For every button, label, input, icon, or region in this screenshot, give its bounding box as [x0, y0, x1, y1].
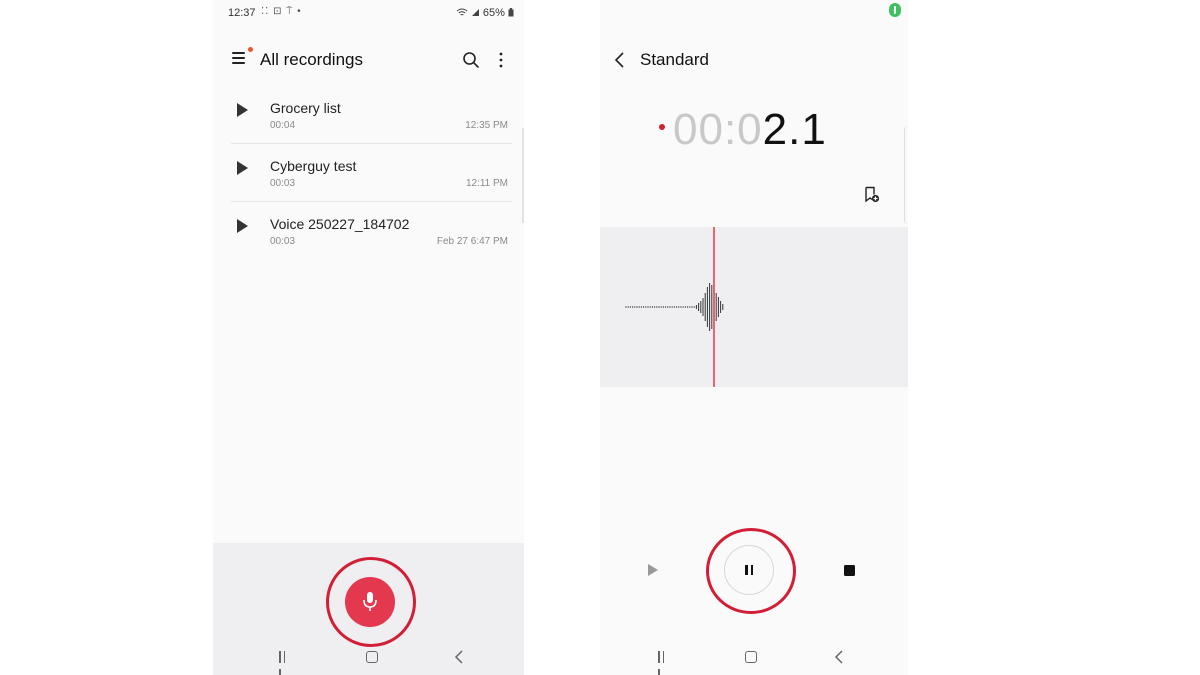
back-icon[interactable] — [834, 650, 844, 664]
waveform — [625, 283, 724, 331]
recording-duration: 00:03 — [270, 236, 296, 247]
play-icon[interactable] — [648, 564, 658, 576]
play-icon[interactable] — [237, 161, 248, 175]
recording-name: Cyberguy test — [270, 158, 357, 174]
recording-date: Feb 27 6:47 PM — [436, 236, 508, 247]
home-icon[interactable] — [745, 651, 757, 663]
page-title: All recordings — [260, 50, 363, 69]
pause-icon — [750, 565, 753, 575]
recording-date: 12:35 PM — [465, 120, 508, 131]
play-icon[interactable] — [237, 219, 248, 233]
scrollbar[interactable] — [522, 128, 524, 223]
status-notification-icons: ⁚⁚ ⊡ ⍑ • — [261, 6, 302, 17]
wifi-icon — [456, 8, 468, 16]
timer-elapsed-bright: 2.1 — [762, 105, 827, 154]
recording-date: 12:11 PM — [465, 178, 508, 189]
recording-item[interactable]: Voice 250227_184702 00:03 Feb 27 6:47 PM — [213, 202, 524, 260]
page-title: Standard — [640, 50, 709, 69]
more-vert-icon[interactable] — [493, 51, 509, 69]
stop-button[interactable] — [844, 565, 855, 576]
status-right-icons: 65% — [456, 7, 514, 19]
recording-duration: 00:04 — [270, 120, 296, 131]
signal-icon — [471, 9, 479, 16]
recording-item[interactable]: Cyberguy test 00:03 12:11 PM — [213, 144, 524, 202]
playhead — [713, 227, 715, 387]
battery-percent: 65% — [482, 7, 505, 19]
menu-icon[interactable] — [232, 52, 247, 67]
bookmark-add-icon[interactable] — [864, 186, 880, 204]
home-icon[interactable] — [366, 651, 378, 663]
recordings-list-screen: 12:37 ⁚⁚ ⊡ ⍑ • 65% All recordings Grocer… — [213, 0, 524, 675]
recordings-list: Grocery list 00:04 12:35 PM Cyberguy tes… — [213, 86, 524, 260]
recent-apps-icon[interactable] — [279, 650, 291, 675]
mic-in-use-indicator — [889, 3, 901, 17]
timer-elapsed-dim: 00:0 — [673, 105, 763, 154]
chevron-left-icon[interactable] — [614, 52, 626, 68]
pause-icon — [745, 565, 748, 575]
notification-dot — [248, 47, 253, 52]
back-icon[interactable] — [454, 650, 464, 664]
recording-item[interactable]: Grocery list 00:04 12:35 PM — [213, 86, 524, 144]
recent-apps-icon[interactable] — [658, 650, 670, 675]
play-icon[interactable] — [237, 103, 248, 117]
pause-button[interactable] — [724, 545, 774, 595]
side-panel-handle[interactable] — [904, 126, 908, 224]
recording-timer: 00:02.1 — [673, 105, 827, 155]
microphone-icon — [363, 592, 377, 611]
record-button[interactable] — [345, 577, 395, 627]
recording-name: Voice 250227_184702 — [270, 216, 410, 232]
recording-screen: Standard 00:02.1 — [600, 0, 908, 675]
recording-duration: 00:03 — [270, 178, 296, 189]
recording-name: Grocery list — [270, 100, 341, 116]
search-icon[interactable] — [462, 51, 480, 69]
status-time: 12:37 — [228, 7, 256, 19]
recording-indicator-dot — [659, 124, 665, 130]
waveform-area — [600, 227, 908, 387]
battery-icon — [508, 8, 514, 17]
